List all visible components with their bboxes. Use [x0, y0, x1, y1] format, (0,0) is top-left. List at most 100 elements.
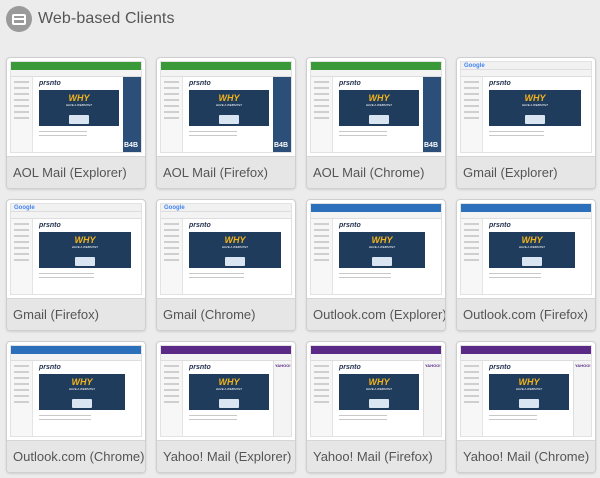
client-label: AOL Mail (Chrome) [307, 156, 445, 188]
email-banner: WHY HAVE A WEBSITE? [39, 90, 119, 126]
client-card[interactable]: prsnto WHY HAVE A WEBSITE? YAHOO! Yahoo! Mai… [456, 341, 596, 473]
google-logo: Google [164, 205, 185, 211]
email-preview-thumbnail[interactable]: prsnto WHY HAVE A WEBSITE? B4B [160, 61, 292, 153]
section-title: Web-based Clients [38, 10, 175, 27]
client-card[interactable]: prsnto WHY HAVE A WEBSITE? B4B AOL Mail (Chr… [306, 57, 446, 189]
email-preview-thumbnail[interactable]: prsnto WHY HAVE A WEBSITE? YAHOO! [160, 345, 292, 437]
email-banner: WHY HAVE A WEBSITE? [189, 374, 269, 410]
client-card[interactable]: prsnto WHY HAVE A WEBSITE? Outlook.com (Chr… [6, 341, 146, 473]
email-body-text [339, 412, 387, 420]
email-preview-thumbnail[interactable]: Google prsnto WHY HAVE A WEBSITE? [160, 203, 292, 295]
email-logo: prsnto [489, 364, 511, 371]
email-body-text [189, 412, 237, 420]
email-logo: prsnto [189, 80, 211, 87]
folder-sidebar [161, 361, 183, 436]
mail-toolbar [161, 70, 291, 77]
client-card[interactable]: Google prsnto WHY HAVE A WEBSITE? Gmail (Exp… [456, 57, 596, 189]
email-banner: WHY HAVE A WEBSITE? [189, 90, 269, 126]
mail-toolbar [311, 354, 441, 361]
folder-sidebar [311, 219, 333, 294]
folder-sidebar [461, 219, 483, 294]
client-label: Outlook.com (Firefox) [457, 298, 595, 330]
client-card[interactable]: Google prsnto WHY HAVE A WEBSITE? Gmail (Chr… [156, 199, 296, 331]
email-logo: prsnto [489, 80, 511, 87]
mail-toolbar [311, 212, 441, 219]
email-logo: prsnto [39, 80, 61, 87]
email-banner: WHY HAVE A WEBSITE? [489, 90, 581, 126]
client-label: Yahoo! Mail (Chrome) [457, 440, 595, 472]
client-label: Outlook.com (Chrome) [7, 440, 145, 472]
client-label: Outlook.com (Explorer) [307, 298, 445, 330]
folder-sidebar [11, 361, 33, 436]
email-preview-thumbnail[interactable]: prsnto WHY HAVE A WEBSITE? [10, 345, 142, 437]
mail-toolbar [161, 354, 291, 361]
mail-toolbar [11, 212, 141, 219]
email-logo: prsnto [339, 364, 361, 371]
mail-toolbar [461, 212, 591, 219]
client-label: AOL Mail (Firefox) [157, 156, 295, 188]
section-header: Web-based Clients [6, 5, 175, 33]
email-banner: WHY HAVE A WEBSITE? [339, 374, 419, 410]
mail-toolbar [11, 70, 141, 77]
email-preview-thumbnail[interactable]: prsnto WHY HAVE A WEBSITE? YAHOO! [460, 345, 592, 437]
ad-banner: B4B [423, 77, 441, 152]
email-body-text [189, 270, 245, 278]
client-label: AOL Mail (Explorer) [7, 156, 145, 188]
folder-sidebar [11, 219, 33, 294]
email-body-text [39, 128, 87, 136]
email-logo: prsnto [39, 222, 61, 229]
mail-toolbar [11, 354, 141, 361]
email-body-text [39, 270, 95, 278]
email-logo: prsnto [339, 222, 361, 229]
mail-toolbar [311, 70, 441, 77]
email-banner: WHY HAVE A WEBSITE? [339, 232, 425, 268]
client-card[interactable]: prsnto WHY HAVE A WEBSITE? B4B AOL Mail (Exp… [6, 57, 146, 189]
email-body-text [339, 128, 387, 136]
email-logo: prsnto [189, 222, 211, 229]
email-body-text [189, 128, 237, 136]
email-body-text [489, 128, 545, 136]
email-preview-thumbnail[interactable]: prsnto WHY HAVE A WEBSITE? [310, 203, 442, 295]
client-card[interactable]: prsnto WHY HAVE A WEBSITE? YAHOO! Yahoo! Mai… [156, 341, 296, 473]
email-logo: prsnto [489, 222, 511, 229]
email-banner: WHY HAVE A WEBSITE? [189, 232, 281, 268]
client-label: Gmail (Explorer) [457, 156, 595, 188]
client-label: Yahoo! Mail (Firefox) [307, 440, 445, 472]
email-preview-thumbnail[interactable]: Google prsnto WHY HAVE A WEBSITE? [460, 61, 592, 153]
folder-sidebar [11, 77, 33, 152]
email-body-text [489, 270, 541, 278]
email-logo: prsnto [39, 364, 61, 371]
browser-window-icon [6, 6, 32, 32]
mail-toolbar [161, 212, 291, 219]
email-banner: WHY HAVE A WEBSITE? [489, 374, 569, 410]
folder-sidebar [161, 219, 183, 294]
folder-sidebar [461, 77, 483, 152]
mail-toolbar [461, 70, 591, 77]
email-preview-thumbnail[interactable]: prsnto WHY HAVE A WEBSITE? B4B [310, 61, 442, 153]
email-preview-thumbnail[interactable]: prsnto WHY HAVE A WEBSITE? B4B [10, 61, 142, 153]
email-logo: prsnto [189, 364, 211, 371]
email-preview-thumbnail[interactable]: prsnto WHY HAVE A WEBSITE? [460, 203, 592, 295]
client-label: Gmail (Firefox) [7, 298, 145, 330]
client-card[interactable]: prsnto WHY HAVE A WEBSITE? YAHOO! Yahoo! Mai… [306, 341, 446, 473]
ad-banner: YAHOO! [573, 361, 591, 436]
client-card[interactable]: prsnto WHY HAVE A WEBSITE? B4B AOL Mail (Fir… [156, 57, 296, 189]
folder-sidebar [461, 361, 483, 436]
folder-sidebar [311, 361, 333, 436]
client-card[interactable]: prsnto WHY HAVE A WEBSITE? Outlook.com (Exp… [306, 199, 446, 331]
email-body-text [339, 270, 391, 278]
client-card[interactable]: prsnto WHY HAVE A WEBSITE? Outlook.com (Fir… [456, 199, 596, 331]
ad-banner: YAHOO! [423, 361, 441, 436]
client-label: Yahoo! Mail (Explorer) [157, 440, 295, 472]
mail-toolbar [461, 354, 591, 361]
client-card[interactable]: Google prsnto WHY HAVE A WEBSITE? Gmail (Fir… [6, 199, 146, 331]
ad-banner: B4B [273, 77, 291, 152]
email-body-text [489, 412, 537, 420]
client-label: Gmail (Chrome) [157, 298, 295, 330]
email-banner: WHY HAVE A WEBSITE? [39, 374, 125, 410]
email-banner: WHY HAVE A WEBSITE? [39, 232, 131, 268]
email-preview-thumbnail[interactable]: prsnto WHY HAVE A WEBSITE? YAHOO! [310, 345, 442, 437]
email-banner: WHY HAVE A WEBSITE? [339, 90, 419, 126]
email-preview-thumbnail[interactable]: Google prsnto WHY HAVE A WEBSITE? [10, 203, 142, 295]
google-logo: Google [14, 205, 35, 211]
